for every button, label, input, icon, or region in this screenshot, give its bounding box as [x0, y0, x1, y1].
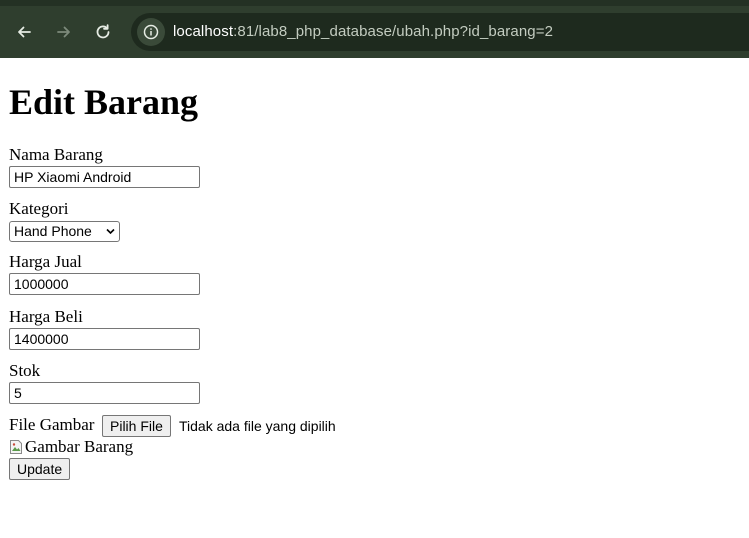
back-button[interactable] — [12, 20, 36, 44]
image-alt-text: Gambar Barang — [25, 437, 134, 456]
harga-jual-input[interactable]: 1000000 — [9, 273, 200, 295]
file-gambar-label: File Gambar — [9, 415, 95, 434]
address-bar[interactable]: localhost:81/lab8_php_database/ubah.php?… — [131, 13, 749, 51]
nama-barang-label: Nama Barang — [9, 145, 103, 164]
url-host: localhost — [173, 23, 234, 40]
browser-toolbar: localhost:81/lab8_php_database/ubah.php?… — [0, 0, 749, 58]
info-icon — [143, 24, 159, 40]
site-info-button[interactable] — [137, 18, 165, 46]
nama-barang-input[interactable]: HP Xiaomi Android — [9, 166, 200, 188]
harga-beli-label: Harga Beli — [9, 307, 83, 326]
kategori-label: Kategori — [9, 199, 69, 218]
stok-label: Stok — [9, 361, 41, 380]
url-path: :81/lab8_php_database/ubah.php?id_barang… — [233, 23, 554, 40]
broken-image-icon — [10, 440, 22, 454]
page-title: Edit Barang — [9, 82, 199, 122]
kategori-select[interactable]: Hand Phone — [9, 221, 120, 242]
file-status-text: Tidak ada file yang dipilih — [179, 418, 336, 434]
harga-jual-label: Harga Jual — [9, 252, 82, 271]
product-image: Gambar Barang — [9, 437, 133, 457]
reload-button[interactable] — [91, 20, 115, 44]
chevron-down-icon — [106, 228, 115, 235]
update-button[interactable]: Update — [9, 458, 71, 480]
arrow-right-icon — [57, 26, 70, 38]
forward-button[interactable] — [52, 20, 76, 44]
choose-file-button[interactable]: Pilih File — [102, 415, 171, 437]
stok-input[interactable]: 5 — [9, 382, 200, 404]
url-text[interactable]: localhost:81/lab8_php_database/ubah.php?… — [173, 23, 553, 40]
arrow-left-icon — [18, 26, 31, 38]
reload-icon — [96, 24, 110, 39]
harga-beli-input[interactable]: 1400000 — [9, 328, 200, 350]
kategori-selected-value: Hand Phone — [14, 223, 92, 239]
tab-strip — [0, 0, 749, 6]
